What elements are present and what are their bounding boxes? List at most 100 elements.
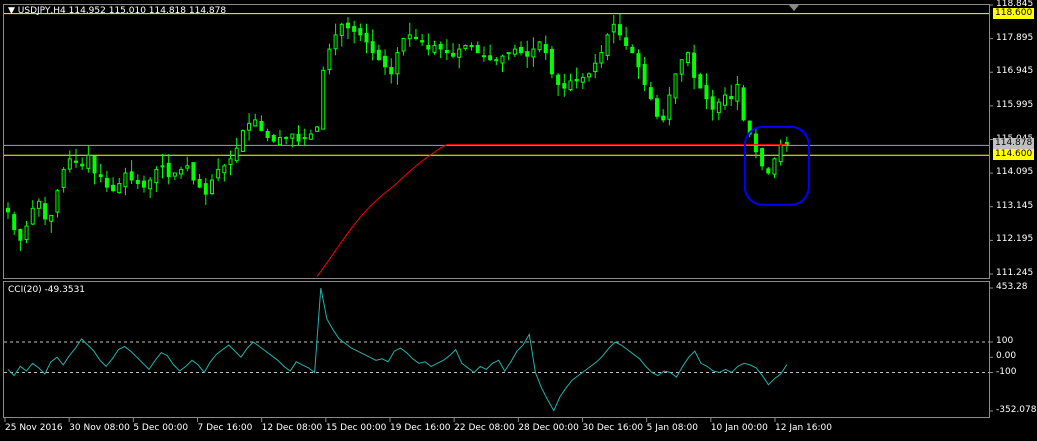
candle-body xyxy=(284,137,289,140)
candle-body xyxy=(723,94,728,106)
candle-body xyxy=(562,83,567,89)
dropdown-triangle-icon[interactable]: ▼ xyxy=(8,6,15,16)
cci-tick-label: 0.00 xyxy=(996,351,1017,362)
symbol-label: USDJPY,H4 xyxy=(17,6,66,16)
candle-body xyxy=(426,44,431,50)
candle-body xyxy=(129,171,134,181)
candle-body xyxy=(290,133,295,139)
candle-body xyxy=(685,52,690,64)
candle-body xyxy=(661,115,666,121)
candle-body xyxy=(648,87,653,100)
price-tick-label: 115.995 xyxy=(996,99,1034,110)
candle-body xyxy=(92,155,97,174)
candle-body xyxy=(185,165,190,169)
candle-body xyxy=(772,158,777,175)
candle-body xyxy=(98,174,103,177)
candle-body xyxy=(296,133,301,142)
candle-body xyxy=(370,41,375,54)
candle-body xyxy=(519,46,524,54)
candle-body xyxy=(500,55,505,64)
candle-body xyxy=(43,203,48,220)
candle-body xyxy=(321,69,326,130)
candle-body xyxy=(457,48,462,58)
x-tick-label: 25 Nov 2016 xyxy=(5,423,63,433)
candle-body xyxy=(494,59,499,62)
candle-body xyxy=(73,160,78,163)
candle-body xyxy=(61,168,66,188)
candle-body xyxy=(531,48,536,58)
candle-body xyxy=(438,43,443,50)
candle-body xyxy=(475,44,480,54)
candle-body xyxy=(172,172,177,177)
candle-body xyxy=(265,130,270,139)
candle-body xyxy=(605,34,610,57)
candle-body xyxy=(463,45,468,50)
candle-body xyxy=(741,87,746,121)
candle-body xyxy=(481,55,486,58)
price-tick-label: 116.945 xyxy=(996,66,1034,77)
candle-body xyxy=(587,73,592,78)
candle-body xyxy=(556,74,561,85)
x-tick-label: 5 Dec 00:00 xyxy=(133,423,189,433)
candle-body xyxy=(543,44,548,54)
candle-body xyxy=(24,225,29,241)
level-price-tag: 118.600 xyxy=(993,7,1035,19)
candle-body xyxy=(710,96,715,110)
price-tick-label: 117.895 xyxy=(996,32,1034,43)
candle-body xyxy=(259,120,264,131)
candle-body xyxy=(364,32,369,43)
candle-body xyxy=(179,168,184,175)
candle-body xyxy=(216,168,221,179)
x-tick-label: 30 Dec 16:00 xyxy=(582,423,644,433)
cci-tick-label: 453.28 xyxy=(996,282,1028,292)
candle-body xyxy=(716,101,721,114)
candle-body xyxy=(617,24,622,36)
candle-body xyxy=(537,41,542,51)
candle-body xyxy=(358,28,363,36)
candle-body xyxy=(308,133,313,140)
candle-body xyxy=(117,183,122,194)
candle-body xyxy=(488,55,493,61)
candle-body xyxy=(67,158,72,170)
cci-line xyxy=(7,287,788,412)
candle-body xyxy=(401,37,406,52)
candle-body xyxy=(148,179,153,190)
candle-body xyxy=(574,78,579,82)
candle-body xyxy=(209,179,214,195)
candle-body xyxy=(80,163,85,167)
candle-body xyxy=(339,23,344,36)
x-tick-label: 12 Jan 16:00 xyxy=(775,423,832,433)
candle-body xyxy=(735,83,740,102)
cci-header: CCI(20) -49.3531 xyxy=(8,285,86,295)
candle-body xyxy=(580,76,585,83)
candle-body xyxy=(36,200,41,209)
candle-body xyxy=(624,37,629,47)
candle-body xyxy=(679,59,684,75)
candle-body xyxy=(692,52,697,78)
candle-body xyxy=(55,190,60,213)
candle-body xyxy=(395,52,400,75)
candle-body xyxy=(766,168,771,174)
price-tick-label: 112.195 xyxy=(996,234,1034,245)
candle-body xyxy=(333,34,338,50)
candle-body xyxy=(698,74,703,89)
candle-body xyxy=(549,48,554,75)
candle-body xyxy=(277,137,282,146)
candle-body xyxy=(247,122,252,131)
candle-body xyxy=(228,158,233,165)
candle-body xyxy=(506,52,511,55)
x-tick-label: 10 Jan 00:00 xyxy=(710,423,768,433)
current-price-tag: 114.878 xyxy=(993,138,1035,150)
candle-body xyxy=(345,22,350,29)
chart-symbol-header: ▼ USDJPY,H4 114.952 115.010 114.818 114.… xyxy=(8,6,226,16)
candle-body xyxy=(166,162,171,177)
x-tick-label: 22 Dec 08:00 xyxy=(454,423,515,433)
candle-body xyxy=(383,55,388,68)
candle-body xyxy=(413,36,418,39)
candle-body xyxy=(197,178,202,188)
candle-body xyxy=(389,67,394,75)
candle-body xyxy=(302,137,307,140)
candle-body xyxy=(655,98,660,117)
candle-body xyxy=(568,80,573,91)
cci-tick-label: -352.078 xyxy=(996,405,1037,415)
